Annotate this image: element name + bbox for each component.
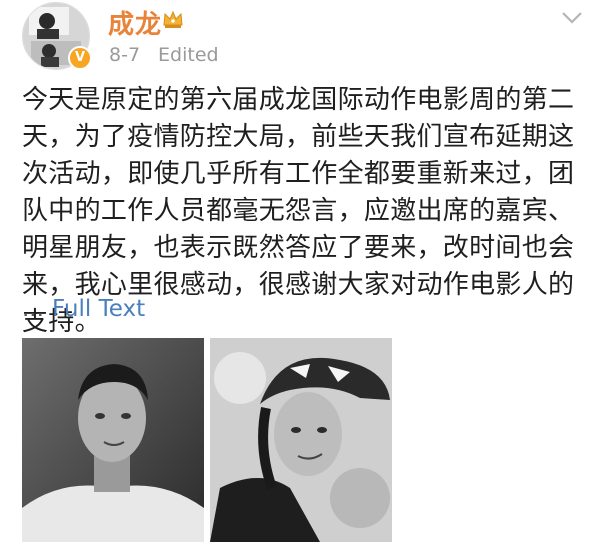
ellipsis: ...: [22, 296, 44, 322]
post-meta: 8-7 Edited: [109, 44, 219, 66]
portrait-photo-2: [210, 338, 392, 542]
avatar[interactable]: V: [22, 2, 96, 76]
post-date: 8-7: [109, 44, 141, 66]
chevron-down-icon[interactable]: [560, 10, 584, 26]
full-text-link[interactable]: ... Full Text: [22, 296, 145, 322]
post-photo-2[interactable]: [210, 338, 392, 542]
post-photo-1[interactable]: [22, 338, 204, 542]
verified-badge: V: [68, 46, 92, 70]
crown-icon: [163, 10, 183, 28]
author-name[interactable]: 成龙: [108, 4, 162, 41]
edited-label: Edited: [158, 44, 219, 66]
portrait-photo-1: [22, 338, 204, 542]
weibo-post: V 成龙 8-7 Edited 今天是原定的第六届成龙国际动作电影周的第二天，为了…: [0, 0, 600, 542]
full-text-label[interactable]: Full Text: [52, 296, 145, 322]
